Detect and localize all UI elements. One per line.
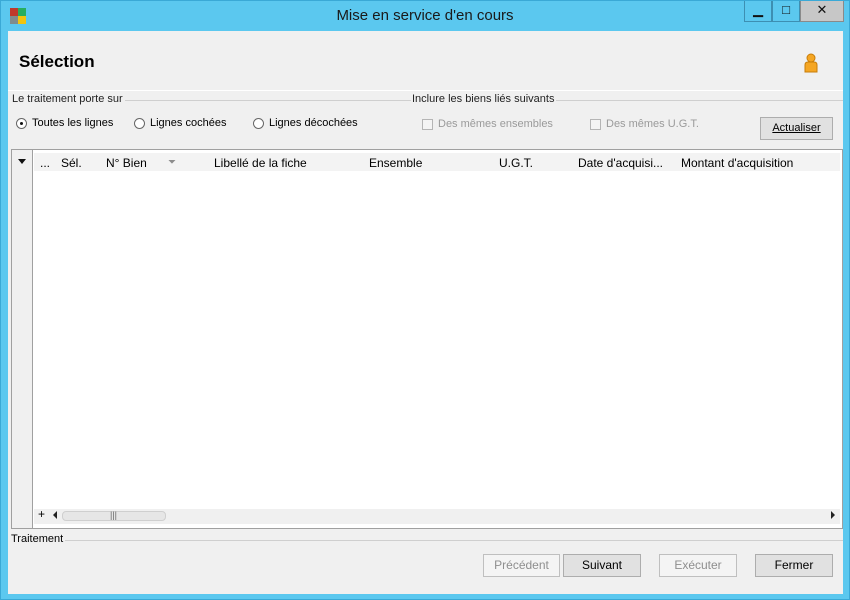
- assets-grid[interactable]: ... Sél. N° Bien ⏷ Libellé de la fiche E…: [11, 149, 843, 529]
- maximize-icon: □: [782, 2, 790, 17]
- refresh-button[interactable]: Actualiser: [760, 117, 833, 140]
- radio-unchecked-lines-label: Lignes décochées: [269, 117, 358, 129]
- include-group-label: Inclure les biens liés suivants: [412, 93, 557, 105]
- dropdown-arrow-icon[interactable]: [18, 159, 26, 164]
- column-header-acquisition-amount[interactable]: Montant d'acquisition: [681, 156, 793, 170]
- horizontal-scrollbar-thumb[interactable]: |||: [62, 510, 166, 521]
- person-icon: [804, 53, 818, 73]
- scope-group-divider: [121, 100, 411, 101]
- execute-button[interactable]: Exécuter: [659, 554, 737, 577]
- column-header-label[interactable]: Libellé de la fiche: [214, 156, 307, 170]
- include-group-divider: [552, 100, 843, 101]
- column-header-select[interactable]: Sél.: [61, 156, 82, 170]
- minimize-icon: ▁: [753, 2, 763, 17]
- grid-footer: + |||: [34, 507, 840, 524]
- header-band: Sélection: [8, 31, 843, 91]
- radio-checked-lines-label: Lignes cochées: [150, 117, 227, 129]
- grid-column-header: ... Sél. N° Bien ⏷ Libellé de la fiche E…: [34, 153, 840, 171]
- radio-unchecked-lines-indicator[interactable]: [253, 118, 264, 129]
- checkbox-same-sets-box[interactable]: [422, 119, 433, 130]
- scope-group-label: Le traitement porte sur: [12, 93, 125, 105]
- next-button[interactable]: Suivant: [563, 554, 641, 577]
- minimize-button[interactable]: ▁: [744, 1, 772, 22]
- page-title: Sélection: [19, 52, 95, 71]
- scroll-right-icon[interactable]: [831, 511, 835, 519]
- title-bar[interactable]: Mise en service d'en cours ▁ □ ✕: [1, 1, 849, 31]
- scroll-left-icon[interactable]: [53, 511, 57, 519]
- checkbox-same-sets-label: Des mêmes ensembles: [438, 118, 553, 130]
- column-header-acquisition-date[interactable]: Date d'acquisi...: [578, 156, 663, 170]
- checkbox-same-ugt-label: Des mêmes U.G.T.: [606, 118, 699, 130]
- close-window-button[interactable]: ✕: [800, 1, 844, 22]
- filter-icon[interactable]: ⏷: [168, 157, 176, 168]
- maximize-button[interactable]: □: [772, 1, 800, 22]
- column-header-asset-number[interactable]: N° Bien: [106, 156, 147, 170]
- dialog-body: Sélection Le traitement porte sur Inclur…: [8, 31, 843, 594]
- column-header-set[interactable]: Ensemble: [369, 156, 422, 170]
- column-header-ugt[interactable]: U.G.T.: [499, 156, 533, 170]
- radio-all-lines-label: Toutes les lignes: [32, 117, 114, 129]
- scrollbar-grip-icon: |||: [110, 510, 118, 520]
- radio-checked-lines-indicator[interactable]: [134, 118, 145, 129]
- add-row-button[interactable]: +: [38, 507, 45, 521]
- options-panel: Le traitement porte sur Inclure les bien…: [8, 91, 843, 149]
- grid-row-header[interactable]: [12, 150, 33, 528]
- checkbox-same-ugt-box[interactable]: [590, 119, 601, 130]
- traitement-section-label: Traitement: [11, 533, 66, 545]
- column-header-more[interactable]: ...: [40, 156, 50, 170]
- close-icon: ✕: [816, 2, 828, 17]
- main-window: Mise en service d'en cours ▁ □ ✕ Sélecti…: [0, 0, 850, 600]
- radio-all-lines-indicator[interactable]: [16, 118, 27, 129]
- close-button[interactable]: Fermer: [755, 554, 833, 577]
- previous-button[interactable]: Précédent: [483, 554, 560, 577]
- traitement-divider: [65, 540, 843, 541]
- window-title: Mise en service d'en cours: [336, 7, 514, 24]
